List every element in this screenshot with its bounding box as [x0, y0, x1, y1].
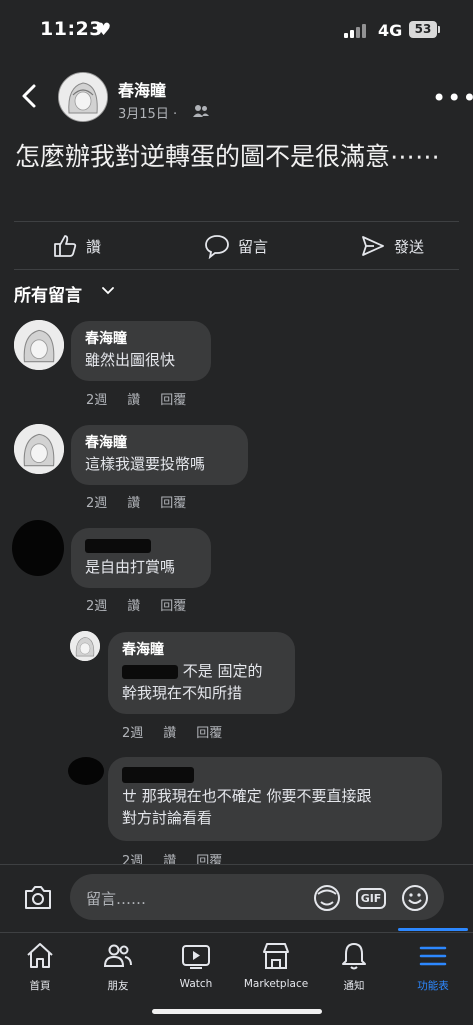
comment-label: 留言	[238, 237, 269, 256]
send-label: 發送	[394, 237, 425, 256]
tab-friends[interactable]: 朋友	[78, 940, 158, 993]
avatar-redacted[interactable]	[12, 520, 64, 576]
gif-label: GIF	[355, 887, 387, 909]
comment-time: 2週	[86, 393, 108, 408]
bell-icon	[342, 943, 366, 970]
comment-reply-button[interactable]: 回覆	[160, 595, 186, 614]
comment-bubble: 春海瞳 這樣我還要投幣嗎	[71, 425, 248, 485]
home-icon	[27, 943, 53, 968]
gif-button[interactable]: GIF	[355, 883, 387, 913]
avatar-redacted[interactable]	[68, 757, 104, 785]
comment-text: 雖然出圖很快	[85, 351, 176, 369]
more-options-icon[interactable]: •••	[432, 84, 473, 112]
friends-audience-icon	[193, 105, 209, 117]
divider	[14, 221, 459, 222]
send-button[interactable]: 發送	[360, 232, 424, 260]
comment-like-button[interactable]: 讚	[127, 595, 140, 614]
tab-label: 通知	[343, 980, 365, 992]
tab-home[interactable]: 首頁	[0, 940, 80, 993]
comment-text: 是自由打賞嗎	[85, 558, 176, 576]
avatar[interactable]	[14, 320, 64, 370]
comment-text: 這樣我還要投幣嗎	[85, 455, 206, 473]
chevron-down-icon[interactable]	[102, 286, 114, 296]
tab-watch[interactable]: Watch	[156, 940, 236, 990]
tab-label: 功能表	[417, 980, 449, 992]
comment-meta: 2週 讚 回覆	[86, 492, 186, 511]
post-text: 怎麼辦我對逆轉蛋的圖不是很滿意⋯⋯	[15, 142, 441, 171]
comment-author[interactable]: 春海瞳	[85, 329, 197, 349]
like-button[interactable]: 讚	[52, 232, 101, 260]
comment-like-button[interactable]: 讚	[163, 722, 176, 741]
comment-meta: 2週 讚 回覆	[86, 389, 186, 408]
comment-author[interactable]: 春海瞳	[122, 640, 281, 660]
menu-icon	[419, 946, 447, 966]
comment-author[interactable]: 春海瞳	[85, 433, 234, 453]
heart-icon: ♥	[96, 20, 112, 40]
comment-button[interactable]: 留言	[204, 232, 268, 260]
comment-author-redacted[interactable]	[85, 536, 197, 556]
comment-text-line: 不是 固定的	[122, 660, 281, 682]
home-indicator[interactable]	[152, 1009, 322, 1014]
reply-bubble: 春海瞳 不是 固定的 幹我現在不知所措	[108, 632, 295, 714]
friends-icon	[103, 944, 132, 967]
comment-text: 幹我現在不知所措	[122, 684, 243, 702]
comment-meta: 2週 讚 回覆	[86, 595, 186, 614]
battery-tip	[438, 26, 440, 33]
battery-icon: 53	[409, 21, 437, 38]
network-label: 4G	[378, 21, 403, 40]
emoji-icon[interactable]	[400, 883, 430, 913]
comment-text: 不是 固定的	[182, 662, 263, 680]
comment-time: 2週	[122, 726, 144, 741]
status-time: 11:23	[40, 18, 103, 40]
like-label: 讚	[86, 237, 102, 256]
mention-redacted[interactable]	[122, 664, 178, 679]
comment-bubble: 春海瞳 雖然出圖很快	[71, 321, 211, 381]
avatar-sticker-icon[interactable]	[312, 883, 342, 913]
tab-notifications[interactable]: 通知	[314, 940, 394, 993]
comment-text: 對方討論看看	[122, 809, 213, 827]
tab-label: Watch	[179, 978, 213, 990]
comment-time: 2週	[86, 599, 108, 614]
post-author[interactable]: 春海瞳	[118, 77, 166, 101]
avatar[interactable]	[70, 631, 100, 661]
tab-label: 首頁	[29, 980, 51, 992]
comment-icon	[205, 235, 229, 259]
comment-reply-button[interactable]: 回覆	[196, 722, 222, 741]
reply-bubble: ㄝ 那我現在也不確定 你要不要直接跟 對方討論看看	[108, 757, 442, 841]
post-date[interactable]: 3月15日 ·	[118, 103, 177, 122]
comment-like-button[interactable]: 讚	[127, 492, 140, 511]
signal-icon	[344, 22, 370, 38]
comment-author-redacted[interactable]	[122, 765, 428, 785]
comment-meta: 2週 讚 回覆	[122, 722, 222, 741]
comment-bubble: 是自由打賞嗎	[71, 528, 211, 588]
send-icon	[362, 236, 384, 256]
comment-time: 2週	[86, 496, 108, 511]
camera-icon[interactable]	[22, 882, 54, 912]
watch-icon	[182, 945, 210, 969]
comments-sort-label[interactable]: 所有留言	[14, 281, 82, 306]
avatar[interactable]	[14, 424, 64, 474]
comment-text: ㄝ 那我現在也不確定 你要不要直接跟	[122, 787, 372, 805]
comment-reply-button[interactable]: 回覆	[160, 389, 186, 408]
tab-marketplace[interactable]: Marketplace	[236, 940, 316, 990]
comment-reply-button[interactable]: 回覆	[160, 492, 186, 511]
avatar[interactable]	[58, 72, 108, 122]
tab-menu[interactable]: 功能表	[393, 940, 473, 993]
like-icon	[54, 235, 77, 257]
marketplace-icon	[263, 943, 289, 969]
comment-like-button[interactable]: 讚	[127, 389, 140, 408]
comment-input-placeholder: 留言……	[86, 890, 147, 908]
divider	[14, 269, 459, 270]
tab-label: Marketplace	[243, 978, 309, 990]
back-arrow-icon[interactable]	[16, 80, 44, 112]
active-tab-indicator	[398, 928, 468, 931]
tab-label: 朋友	[107, 980, 129, 992]
